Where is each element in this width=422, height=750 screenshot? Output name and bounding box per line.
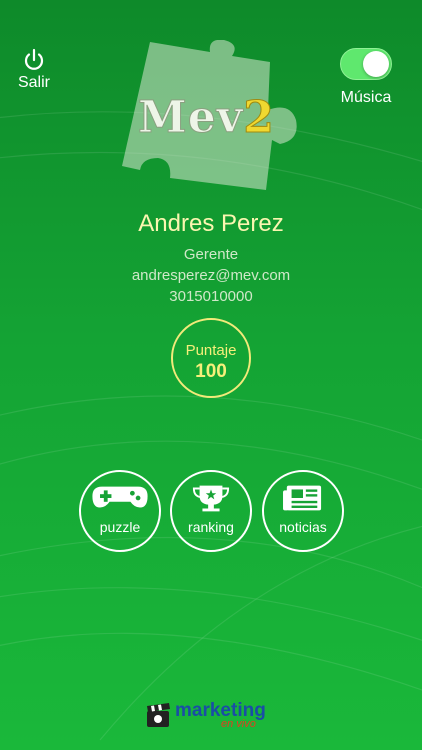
- ranking-button[interactable]: ranking: [170, 470, 252, 552]
- ranking-label: ranking: [188, 519, 234, 535]
- newspaper-icon: [283, 485, 322, 511]
- score-label: Puntaje: [185, 342, 237, 359]
- sponsor-logo: marketing en vivo: [145, 698, 285, 732]
- app-logo: Mev2: [120, 40, 305, 200]
- score-badge: Puntaje 100: [171, 318, 251, 398]
- trophy-icon: [192, 485, 230, 512]
- news-button[interactable]: noticias: [262, 470, 344, 552]
- user-phone: 3015010000: [169, 288, 253, 305]
- logout-label: Salir: [17, 74, 50, 91]
- news-label: noticias: [279, 519, 327, 535]
- user-name: Andres Perez: [138, 210, 284, 237]
- sponsor-sub: en vivo: [221, 718, 256, 730]
- music-toggle-group: Música: [326, 48, 406, 107]
- puzzle-button[interactable]: puzzle: [79, 470, 161, 552]
- gamepad-icon: [92, 486, 148, 508]
- music-toggle[interactable]: [340, 48, 392, 80]
- logout-button[interactable]: Salir: [12, 48, 56, 92]
- toggle-knob: [363, 51, 389, 77]
- clapperboard-icon: [147, 703, 170, 727]
- power-icon: [24, 48, 44, 70]
- logo-text: Mev2: [137, 92, 275, 144]
- user-email: andresperez@mev.com: [131, 267, 291, 284]
- music-label: Música: [340, 89, 392, 106]
- puzzle-label: puzzle: [99, 519, 141, 535]
- score-value: 100: [195, 361, 227, 382]
- user-role: Gerente: [183, 246, 239, 263]
- profile-section: Andres Perez Gerente andresperez@mev.com…: [0, 210, 422, 305]
